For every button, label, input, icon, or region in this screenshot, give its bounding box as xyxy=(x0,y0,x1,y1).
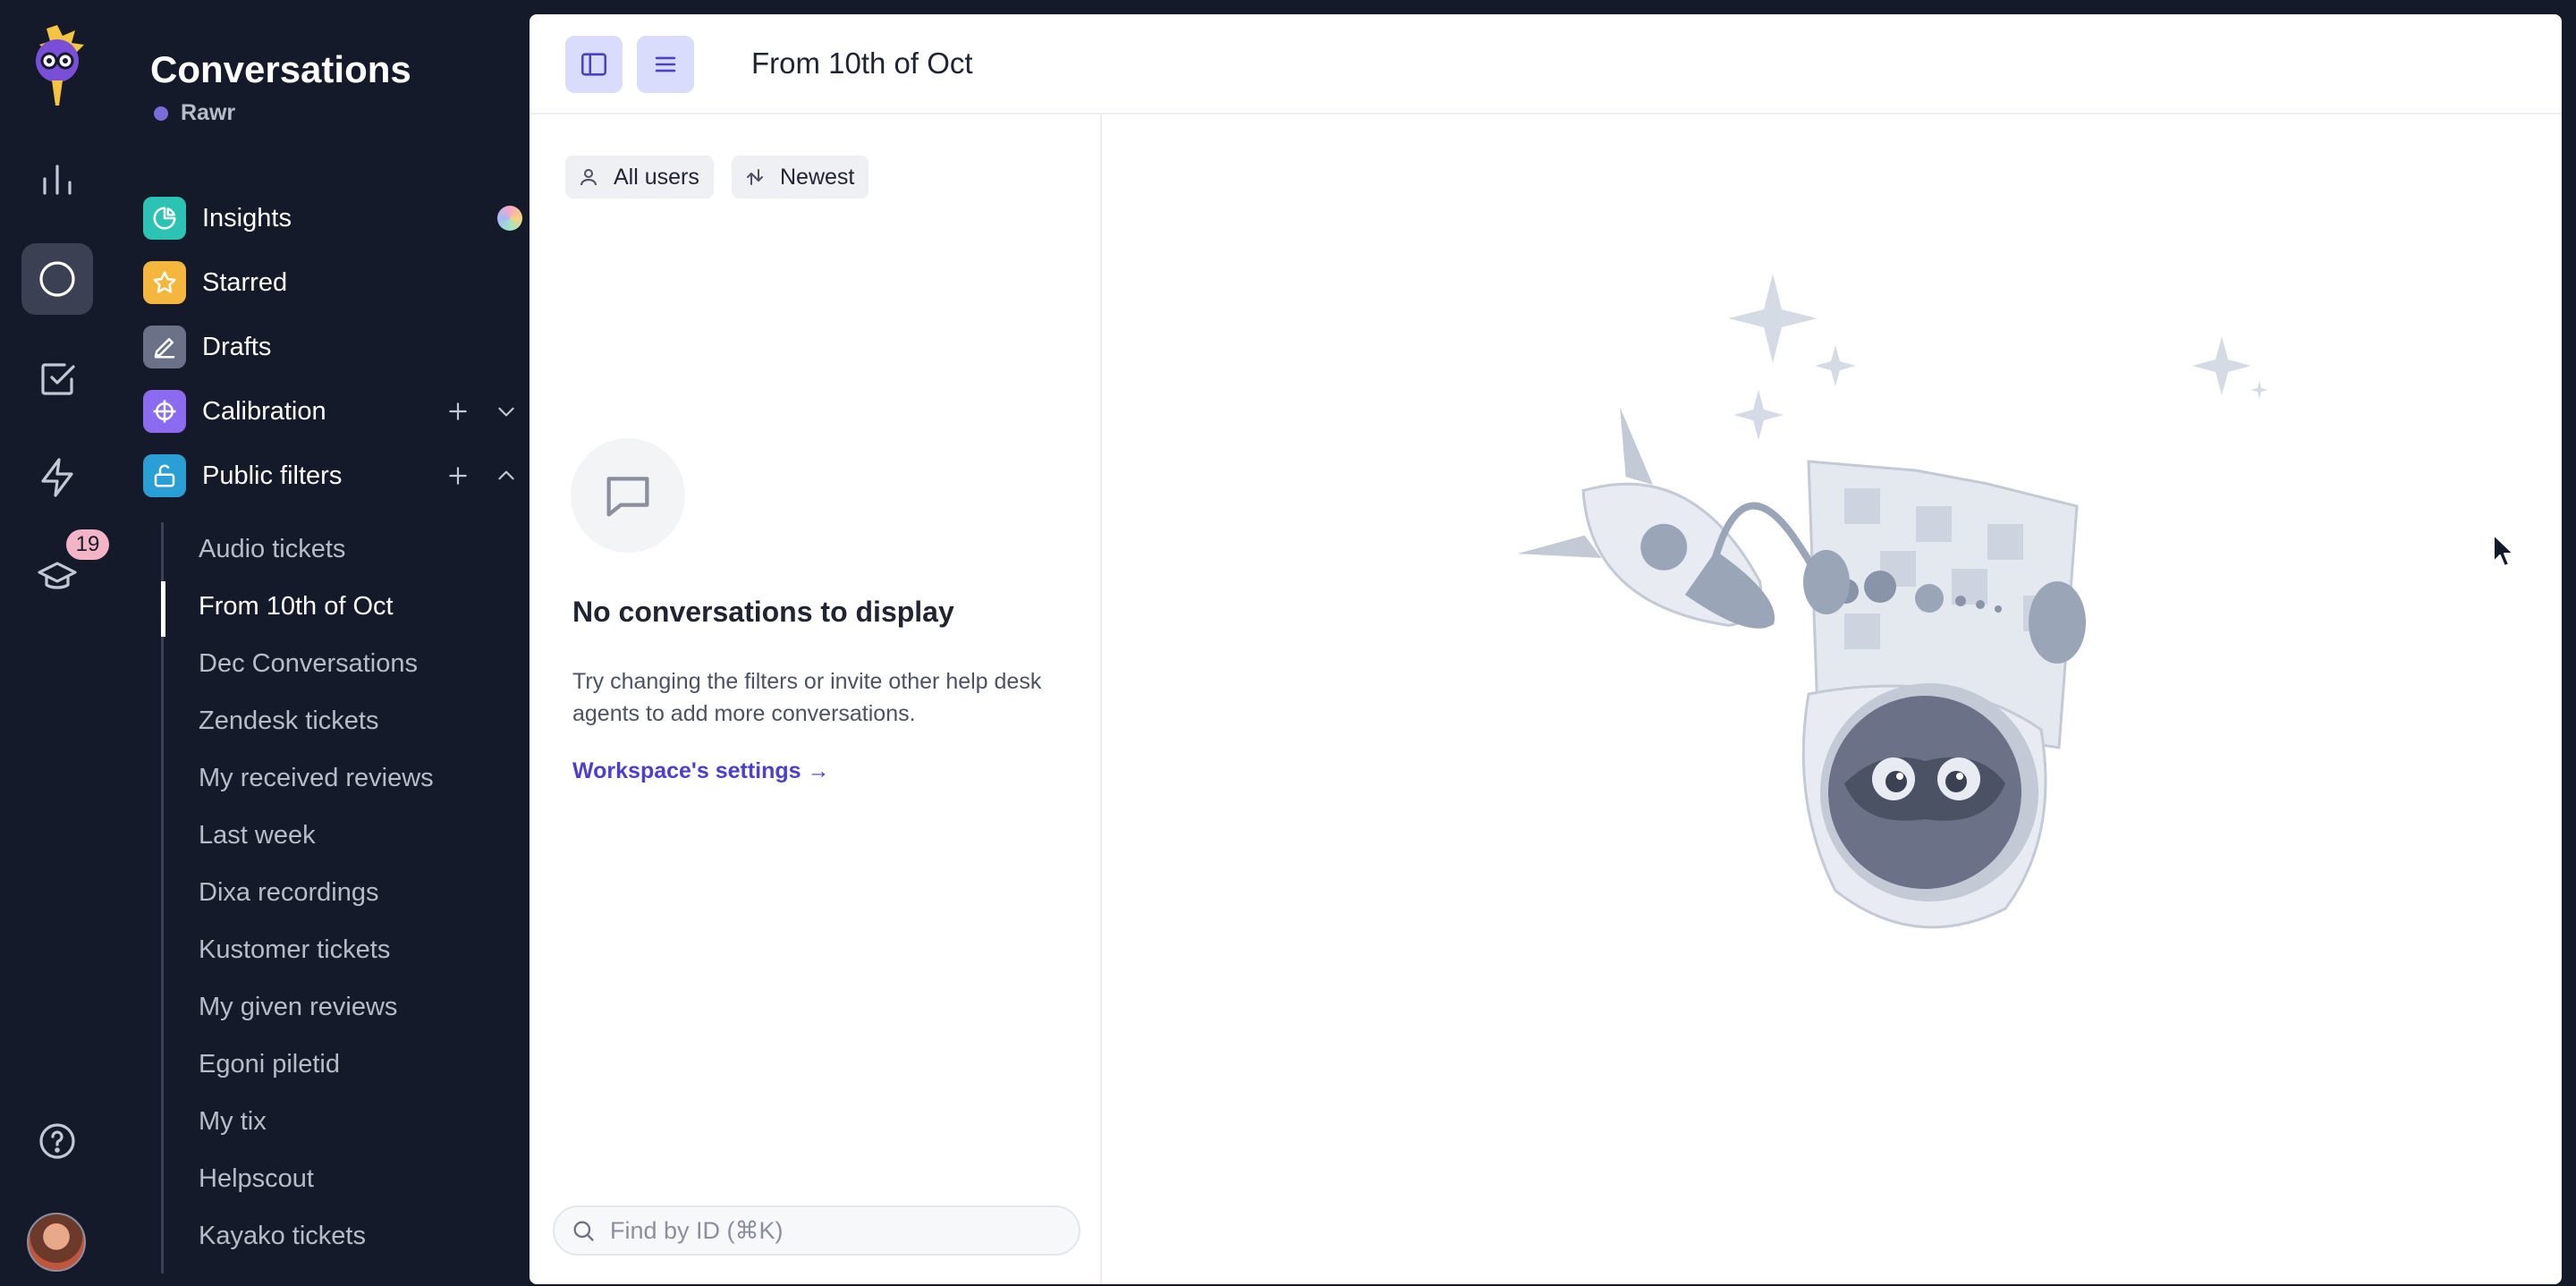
menu-lines-icon xyxy=(655,56,676,72)
workspace-settings-link[interactable]: Workspace's settings → xyxy=(572,758,830,784)
sidebar-panel-icon xyxy=(580,53,607,76)
top-bar: From 10th of Oct xyxy=(530,14,2562,114)
toggle-sidebar-button[interactable] xyxy=(565,36,623,93)
filter-audio-tickets[interactable]: Audio tickets xyxy=(199,535,345,564)
add-public-filter-button[interactable] xyxy=(442,460,474,492)
collapse-public-filters-button[interactable] xyxy=(490,460,522,492)
ai-orb-icon xyxy=(497,206,522,231)
circle-icon xyxy=(39,261,75,297)
sidebar-item-label: Calibration xyxy=(202,396,326,426)
users-filter-label: All users xyxy=(614,164,699,190)
sidebar-title: Conversations xyxy=(150,48,411,90)
sidebar-item-public-filters[interactable]: Public filters xyxy=(143,451,522,501)
pie-chart-icon xyxy=(143,197,186,240)
astronaut-illustration xyxy=(1517,274,2268,929)
sidebar-item-starred[interactable]: Starred xyxy=(143,258,522,308)
toggle-list-button[interactable] xyxy=(637,36,694,93)
sidebar-item-label: Drafts xyxy=(202,332,272,361)
chevron-down-icon xyxy=(498,407,514,417)
search-icon xyxy=(573,1221,594,1241)
workspace-name: Rawr xyxy=(181,100,236,125)
page-title: From 10th of Oct xyxy=(751,47,973,80)
checkbox-icon xyxy=(41,363,75,395)
plus-icon xyxy=(449,402,467,420)
filter-helpscout[interactable]: Helpscout xyxy=(199,1164,314,1194)
empty-state-text: Try changing the filters or invite other… xyxy=(572,669,1042,726)
sort-chip[interactable]: Newest xyxy=(732,156,869,199)
sort-label: Newest xyxy=(780,164,855,190)
bar-chart-icon xyxy=(43,165,72,195)
chat-bubble-icon xyxy=(571,438,685,553)
users-filter-chip[interactable]: All users xyxy=(565,156,714,199)
filter-last-week[interactable]: Last week xyxy=(199,821,316,850)
automations-nav-button[interactable] xyxy=(21,442,93,513)
active-filter-indicator xyxy=(161,581,165,637)
search-input[interactable] xyxy=(610,1216,1057,1245)
pencil-icon xyxy=(143,326,186,368)
find-by-id-search[interactable] xyxy=(553,1206,1080,1256)
empty-state-title: No conversations to display xyxy=(572,596,954,628)
filter-zendesk-tickets[interactable]: Zendesk tickets xyxy=(199,706,378,736)
chevron-up-icon xyxy=(498,470,514,480)
sidebar-item-label: Insights xyxy=(202,203,292,233)
add-calibration-button[interactable] xyxy=(442,395,474,427)
workspace-dot-icon xyxy=(154,106,168,121)
expand-calibration-button[interactable] xyxy=(490,395,522,427)
filter-kustomer-tickets[interactable]: Kustomer tickets xyxy=(199,935,390,965)
app-logo-icon[interactable] xyxy=(23,21,91,111)
sidebar-item-label: Starred xyxy=(202,267,288,297)
help-button[interactable] xyxy=(21,1105,93,1177)
mouse-cursor-icon xyxy=(2493,534,2514,567)
plus-icon xyxy=(449,467,467,485)
graduation-cap-icon xyxy=(38,562,77,589)
unlock-icon xyxy=(143,454,186,497)
conversations-nav-button[interactable] xyxy=(21,243,93,315)
sidebar-item-calibration[interactable]: Calibration xyxy=(143,386,522,436)
filter-dixa-recordings[interactable]: Dixa recordings xyxy=(199,878,378,908)
main-content: From 10th of Oct All users Newest No con… xyxy=(530,14,2562,1284)
filter-kayako-tickets[interactable]: Kayako tickets xyxy=(199,1222,366,1251)
conversations-sidebar: Conversations Rawr Insights Starred Draf… xyxy=(114,0,530,1286)
sidebar-item-insights[interactable]: Insights xyxy=(143,193,522,243)
tasks-nav-button[interactable] xyxy=(21,343,93,415)
training-count-badge: 19 xyxy=(66,529,109,560)
star-icon xyxy=(143,261,186,304)
filter-my-given-reviews[interactable]: My given reviews xyxy=(199,993,397,1022)
crosshair-icon xyxy=(143,390,186,433)
sort-arrows-icon xyxy=(747,169,763,185)
sidebar-item-drafts[interactable]: Drafts xyxy=(143,322,522,372)
filter-dec-conversations[interactable]: Dec Conversations xyxy=(199,649,418,679)
filter-my-received-reviews[interactable]: My received reviews xyxy=(199,764,434,793)
conversation-list: All users Newest No conversations to dis… xyxy=(530,114,1102,1284)
filter-from-10th-of-oct[interactable]: From 10th of Oct xyxy=(199,592,394,622)
icon-rail: 19 xyxy=(0,0,114,1286)
lightning-icon xyxy=(41,458,73,497)
filter-my-tix[interactable]: My tix xyxy=(199,1107,267,1137)
user-avatar[interactable] xyxy=(27,1213,86,1272)
workspace-selector[interactable]: Rawr xyxy=(154,100,235,126)
user-icon xyxy=(580,169,597,186)
filter-egoni-piletid[interactable]: Egoni piletid xyxy=(199,1050,340,1079)
sidebar-item-label: Public filters xyxy=(202,461,343,490)
help-icon xyxy=(39,1123,75,1159)
dashboard-nav-button[interactable] xyxy=(21,143,93,215)
